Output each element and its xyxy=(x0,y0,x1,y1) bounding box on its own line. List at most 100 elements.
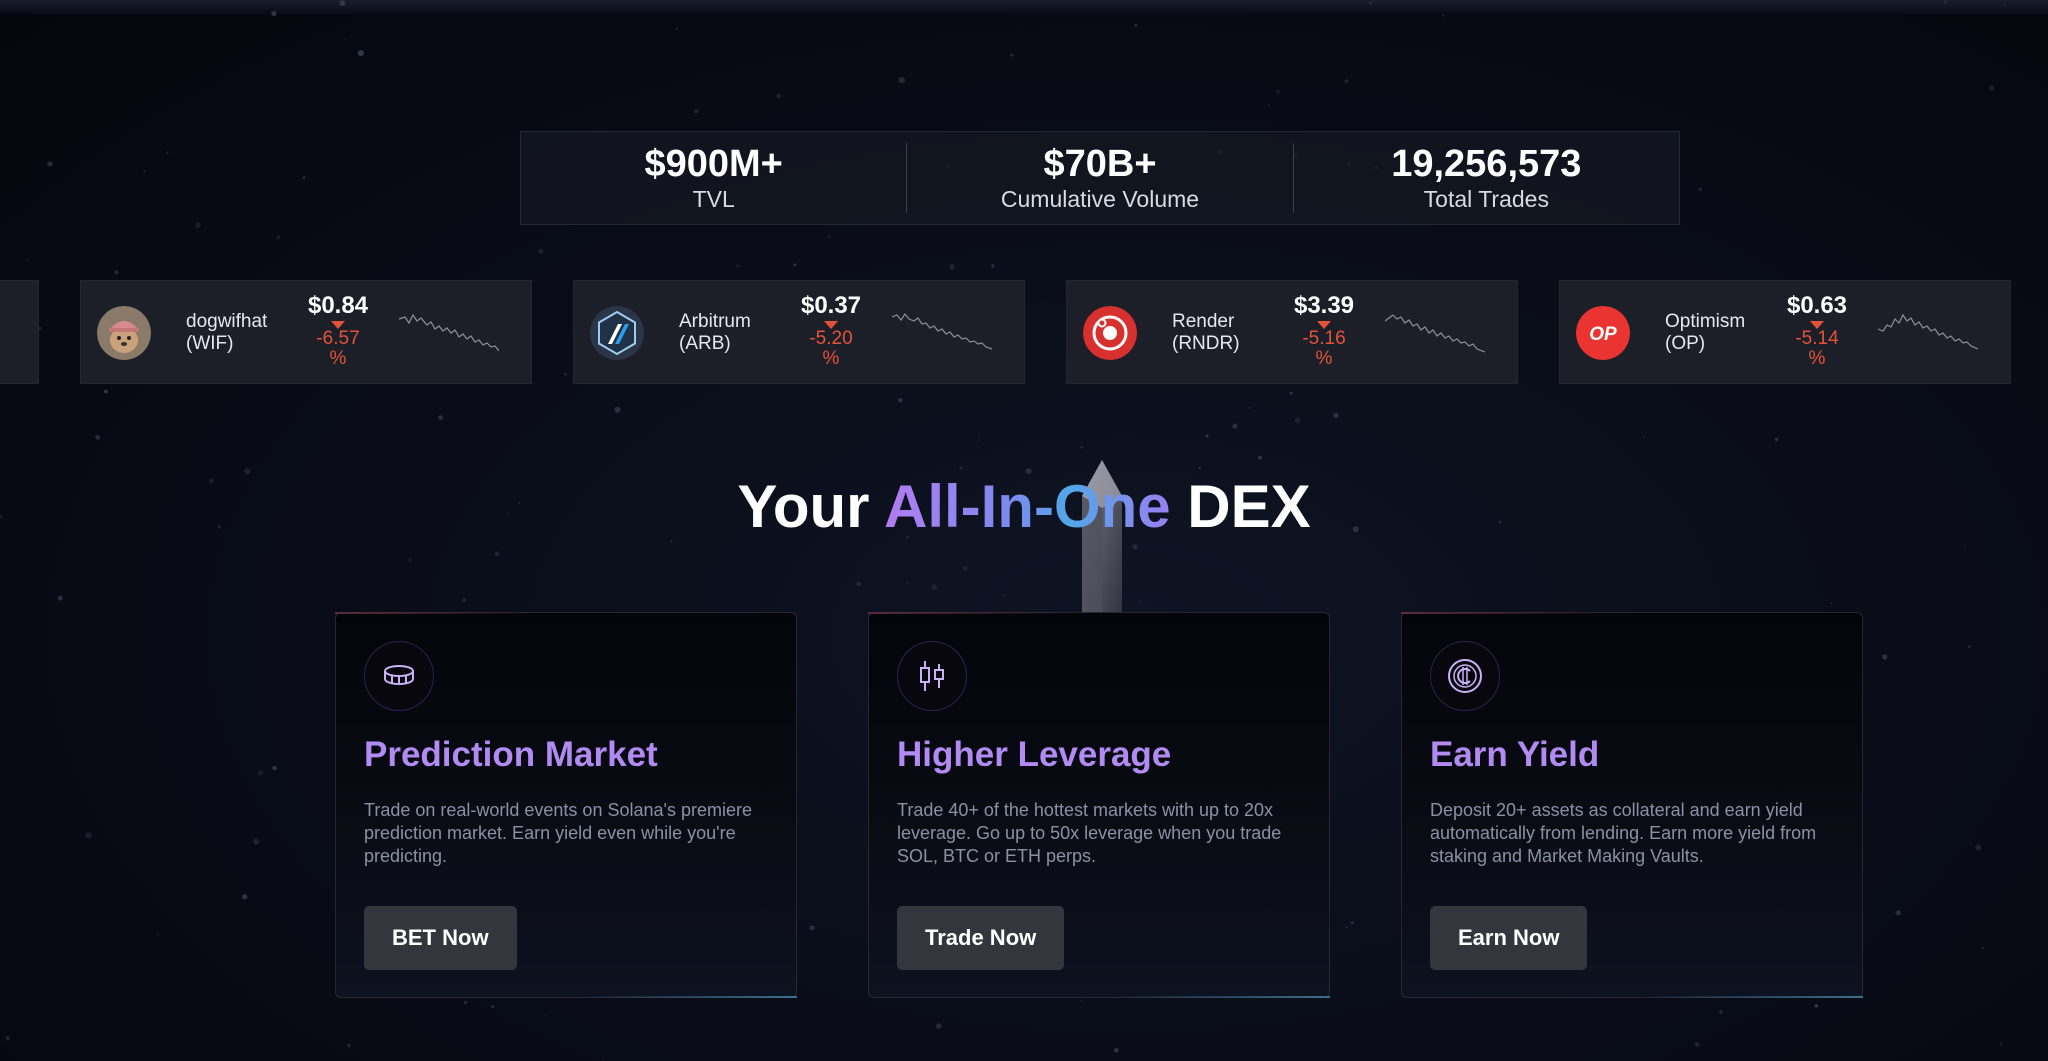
sparkline xyxy=(399,313,499,352)
page-headline: Your All-In-One DEX xyxy=(0,470,2048,544)
star-dot xyxy=(1975,844,1982,851)
star-dot xyxy=(166,151,169,154)
star-dot xyxy=(963,565,968,571)
headline-part1: Your xyxy=(737,473,884,540)
star-dot xyxy=(47,161,53,167)
ticker-card-op[interactable]: OP Optimism (OP) $0.63 -5.14 % xyxy=(1559,280,2011,384)
star-dot xyxy=(1205,434,1209,438)
star-dot xyxy=(85,832,92,839)
star-dot xyxy=(1294,417,1301,424)
star-dot xyxy=(776,94,781,98)
ticker-card-partial[interactable] xyxy=(0,280,39,384)
star-dot xyxy=(736,264,740,268)
stat-label: Cumulative Volume xyxy=(1000,186,1200,212)
star-dot xyxy=(898,77,905,84)
trade-now-button[interactable]: Trade Now xyxy=(897,906,1065,970)
ticker-card-wif[interactable]: dogwifhat (WIF) $0.84 -6.57 % xyxy=(80,280,532,384)
star-dot xyxy=(302,176,306,180)
feature-title: Earn Yield xyxy=(1430,735,1600,774)
ticker-card-arb[interactable]: Arbitrum (ARB) $0.37 -5.20 % xyxy=(573,280,1025,384)
star-dot xyxy=(676,28,678,31)
star-dot xyxy=(491,1005,494,1008)
feature-card-prediction: Prediction Market Trade on real-world ev… xyxy=(335,612,797,998)
stats-bar: $900M+ TVL $70B+ Cumulative Volume 19,25… xyxy=(520,131,1680,225)
star-dot xyxy=(614,406,621,413)
token-change-pct: % xyxy=(329,348,347,369)
token-price: $0.37 xyxy=(800,292,862,319)
token-change-pct: % xyxy=(822,348,840,369)
star-dot xyxy=(538,248,544,254)
star-dot xyxy=(1010,53,1014,57)
feature-description: Trade 40+ of the hottest markets with up… xyxy=(897,800,1282,866)
star-dot xyxy=(26,259,29,262)
star-dot xyxy=(1080,999,1083,1002)
star-dot xyxy=(1289,391,1293,395)
token-name: Optimism (OP) xyxy=(1665,311,1745,355)
star-dot xyxy=(978,439,980,441)
star-dot xyxy=(693,108,699,114)
token-change: -5.20 xyxy=(809,328,853,349)
star-dot xyxy=(1344,79,1349,84)
render-icon xyxy=(1083,306,1137,360)
star-dot xyxy=(545,1014,547,1016)
feature-description: Deposit 20+ assets as collateral and ear… xyxy=(1430,800,1817,866)
token-symbol: (WIF) xyxy=(186,333,234,354)
candlestick-icon xyxy=(897,641,967,711)
star-dot xyxy=(408,558,412,562)
star-dot xyxy=(1248,406,1251,409)
star-dot xyxy=(241,894,248,900)
star-dot xyxy=(1830,602,1833,605)
star-dot xyxy=(1814,1004,1819,1008)
headline-highlight: All-In-One xyxy=(883,473,1171,540)
star-dot xyxy=(935,1023,942,1029)
token-change-pct: % xyxy=(1315,348,1333,369)
arbitrum-icon xyxy=(590,306,644,360)
star-dot xyxy=(1350,921,1354,924)
star-dot xyxy=(104,389,108,394)
price-block: $0.63 -5.14 % xyxy=(1782,293,1852,369)
top-fade xyxy=(0,0,2048,14)
feature-title: Higher Leverage xyxy=(897,735,1172,774)
token-symbol: (ARB) xyxy=(679,333,731,354)
star-dot xyxy=(1345,926,1348,929)
star-dot xyxy=(1003,593,1006,597)
star-dot xyxy=(602,1058,604,1061)
star-dot xyxy=(438,415,443,420)
ticker-card-rndr[interactable]: Render (RNDR) $3.39 -5.16 % xyxy=(1066,280,1518,384)
stat-trades: 19,256,573 Total Trades xyxy=(1294,143,1679,213)
star-dot xyxy=(1882,654,1888,660)
token-change: -5.14 xyxy=(1795,328,1839,349)
star-dot xyxy=(114,270,119,275)
star-dot xyxy=(959,466,963,470)
star-dot xyxy=(1267,104,1270,107)
star-dot xyxy=(793,263,797,267)
token-symbol: (OP) xyxy=(1665,333,1706,354)
feature-card-leverage: Higher Leverage Trade 40+ of the hottest… xyxy=(868,612,1330,998)
feature-title: Prediction Market xyxy=(364,735,658,774)
token-change: -5.16 xyxy=(1302,328,1346,349)
star-dot xyxy=(276,235,281,240)
star-dot xyxy=(906,582,909,584)
price-block: $3.39 -5.16 % xyxy=(1289,293,1359,369)
price-block: $0.84 -6.57 % xyxy=(303,293,373,369)
token-ticker: dogwifhat (WIF) $0.84 -6.57 % Arbitrum (… xyxy=(0,280,2048,385)
earn-now-button[interactable]: Earn Now xyxy=(1430,906,1588,970)
star-dot xyxy=(1895,910,1901,916)
sparkline xyxy=(1385,314,1485,353)
stat-label: TVL xyxy=(692,186,735,212)
star-dot xyxy=(461,597,467,603)
token-name: Arbitrum (ARB) xyxy=(679,311,751,355)
feature-description: Trade on real-world events on Solana's p… xyxy=(364,800,752,866)
star-dot xyxy=(463,1000,468,1005)
coin-stack-icon xyxy=(364,641,434,711)
star-dot xyxy=(347,1043,351,1048)
star-dot xyxy=(931,584,938,591)
stat-volume: $70B+ Cumulative Volume xyxy=(907,143,1292,213)
star-dot xyxy=(1999,1042,2003,1046)
bet-now-button[interactable]: BET Now xyxy=(364,906,517,970)
sparkline xyxy=(892,312,992,350)
token-name-label: Arbitrum xyxy=(679,311,751,332)
star-dot xyxy=(344,38,347,41)
token-name: dogwifhat (WIF) xyxy=(186,311,267,355)
star-dot xyxy=(1333,412,1339,418)
